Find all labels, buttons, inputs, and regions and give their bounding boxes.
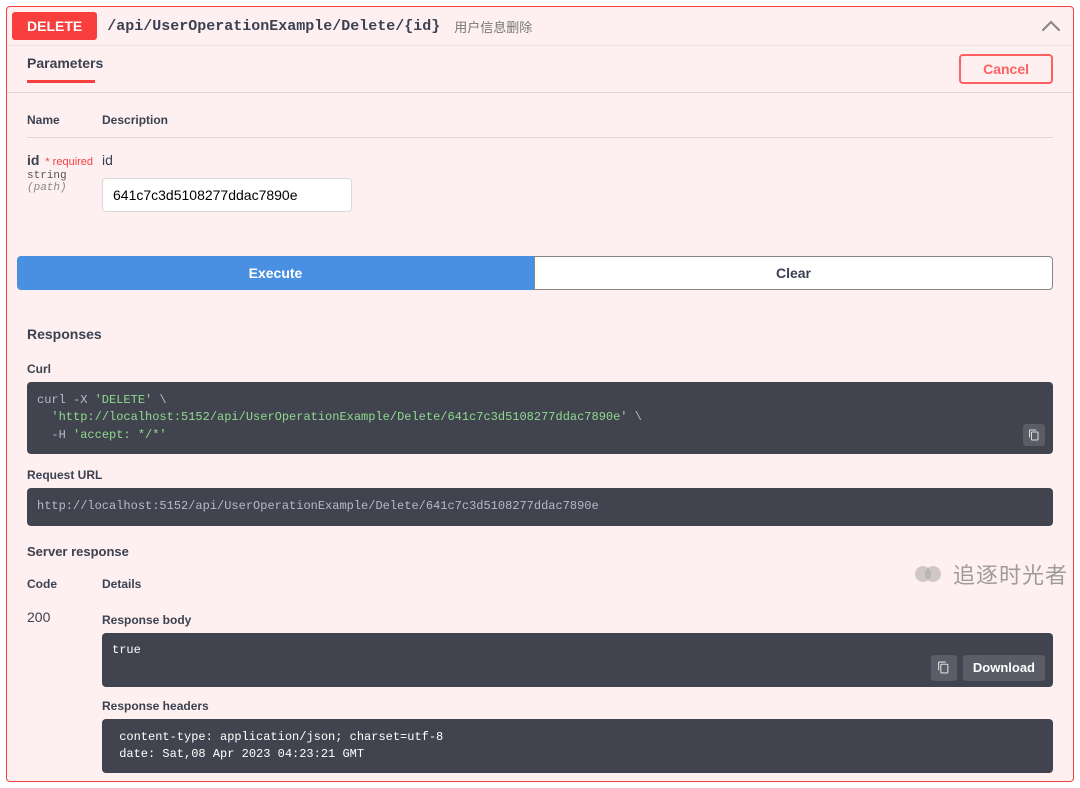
chevron-up-icon[interactable] bbox=[1034, 16, 1068, 37]
details-column-header: Details bbox=[102, 577, 141, 591]
method-badge: DELETE bbox=[12, 12, 97, 40]
parameters-table: Name Description id * required string (p… bbox=[7, 92, 1073, 246]
delete-operation-block: DELETE /api/UserOperationExample/Delete/… bbox=[6, 6, 1074, 782]
parameters-tab[interactable]: Parameters bbox=[27, 55, 103, 81]
endpoint-path: /api/UserOperationExample/Delete/{id} bbox=[107, 18, 440, 35]
request-url-block: http://localhost:5152/api/UserOperationE… bbox=[27, 488, 1053, 525]
parameters-header-row: Parameters Cancel bbox=[7, 46, 1073, 92]
param-type: string bbox=[27, 170, 102, 182]
curl-code-block: curl -X 'DELETE' \ 'http://localhost:515… bbox=[27, 382, 1053, 454]
param-id-input[interactable] bbox=[102, 178, 352, 212]
param-name: id bbox=[27, 152, 39, 168]
param-table-header: Name Description bbox=[27, 103, 1053, 138]
response-body-value: true bbox=[112, 643, 141, 657]
copy-curl-icon[interactable] bbox=[1023, 424, 1045, 446]
param-name-cell: id * required string (path) bbox=[27, 152, 102, 194]
operation-body: Parameters Cancel Name Description id * … bbox=[7, 46, 1073, 781]
curl-label: Curl bbox=[27, 362, 1053, 376]
param-value-cell: id bbox=[102, 152, 352, 212]
action-button-row: Execute Clear bbox=[7, 246, 1073, 310]
download-button[interactable]: Download bbox=[963, 655, 1045, 681]
server-response-label: Server response bbox=[7, 536, 1073, 567]
curl-section: Curl curl -X 'DELETE' \ 'http://localhos… bbox=[7, 358, 1073, 464]
request-url-section: Request URL http://localhost:5152/api/Us… bbox=[7, 464, 1073, 535]
clear-button[interactable]: Clear bbox=[534, 256, 1053, 290]
body-actions: Download bbox=[931, 655, 1045, 681]
operation-summary-bar[interactable]: DELETE /api/UserOperationExample/Delete/… bbox=[7, 7, 1073, 46]
response-body-label: Response body bbox=[102, 613, 1053, 627]
required-marker: * required bbox=[45, 156, 93, 168]
status-code: 200 bbox=[27, 609, 102, 774]
response-body-block: true Download bbox=[102, 633, 1053, 687]
param-row-id: id * required string (path) id bbox=[27, 138, 1053, 226]
endpoint-summary: 用户信息删除 bbox=[454, 17, 532, 36]
response-headers-block: content-type: application/json; charset=… bbox=[102, 719, 1053, 774]
col-name-header: Name bbox=[27, 113, 102, 127]
param-location: (path) bbox=[27, 182, 102, 194]
col-description-header: Description bbox=[102, 113, 168, 127]
response-details: Response body true Download Response hea… bbox=[102, 609, 1053, 774]
code-column-header: Code bbox=[27, 577, 102, 591]
param-description: id bbox=[102, 152, 352, 168]
cancel-button[interactable]: Cancel bbox=[959, 54, 1053, 84]
response-headers-label: Response headers bbox=[102, 699, 1053, 713]
responses-header: Responses bbox=[7, 310, 1073, 358]
response-table-header: Code Details bbox=[27, 567, 1053, 601]
request-url-label: Request URL bbox=[27, 468, 1053, 482]
copy-response-icon[interactable] bbox=[931, 655, 957, 681]
responses-title: Responses bbox=[27, 326, 102, 342]
response-table: Code Details 200 Response body true Down… bbox=[7, 567, 1073, 782]
response-row-200: 200 Response body true Download Response… bbox=[27, 601, 1053, 782]
execute-button[interactable]: Execute bbox=[17, 256, 534, 290]
